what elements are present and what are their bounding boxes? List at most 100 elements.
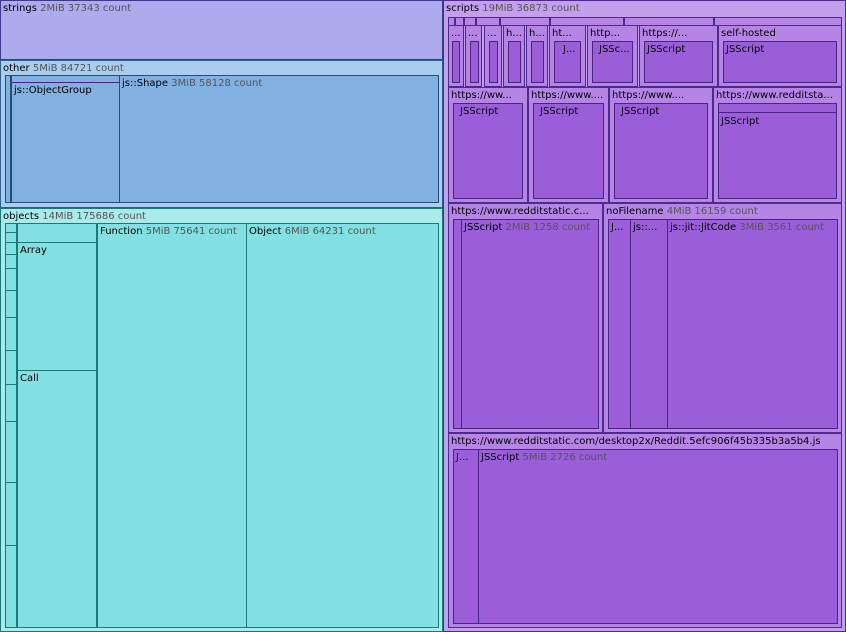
nofilename-label: noFilename 4MiB 16159 count xyxy=(606,206,758,217)
script-r1-6-label: http... xyxy=(590,28,621,39)
treemap-node-script-r1-6-child[interactable]: JSSc... xyxy=(592,41,633,83)
treemap-node-objects-small-column[interactable] xyxy=(5,223,17,628)
strings-meta: 2MiB 37343 count xyxy=(40,3,132,14)
treemap-node-scripts[interactable]: scripts 19MiB 36873 count ... ... ... h.… xyxy=(443,0,846,632)
treemap-node-function[interactable]: Function 5MiB 75641 count xyxy=(97,223,247,628)
small-cell-divider xyxy=(6,232,16,233)
treemap-node-script-r1-1-child[interactable] xyxy=(470,41,479,83)
other-label: other 5MiB 84721 count xyxy=(3,63,124,74)
treemap-node-script-r1-0[interactable]: ... xyxy=(448,25,464,87)
treemap-node-script-r1-4[interactable]: h... xyxy=(526,25,548,87)
treemap-node-strings[interactable]: strings 2MiB 37343 count xyxy=(0,0,443,60)
treemap-node-array[interactable]: Array xyxy=(17,242,97,371)
treemap-node-js-objectgroup[interactable]: js::ObjectGroup xyxy=(11,75,120,203)
script-r2-0-child-label: JSScript xyxy=(460,106,499,117)
script-r1-7-child-label: JSScript xyxy=(647,44,686,55)
small-cell-divider xyxy=(6,268,16,269)
jitcode-meta: 3MiB 3561 count xyxy=(739,222,825,233)
treemap-node-nofilename-j[interactable]: J... xyxy=(608,219,631,429)
reddit-bundle-label: https://www.redditstatic.com/desktop2x/R… xyxy=(451,436,821,447)
treemap-node-reddit-bundle-jsscript[interactable]: JSScript 5MiB 2726 count xyxy=(478,449,838,624)
scripts-meta: 19MiB 36873 count xyxy=(482,3,580,14)
scripts-label: scripts 19MiB 36873 count xyxy=(446,3,580,14)
script-r1-4-label: h... xyxy=(529,28,545,39)
small-cell-divider xyxy=(6,254,16,255)
treemap-node-script-r1-1[interactable]: ... xyxy=(465,25,482,87)
treemap-node-script-r2-2-child[interactable]: JSScript xyxy=(614,103,708,199)
treemap-node-script-r1-3-child[interactable] xyxy=(508,41,521,83)
objectgroup-label: js::ObjectGroup xyxy=(14,85,92,96)
treemap-node-script-r1-5[interactable]: ht... J... xyxy=(549,25,586,87)
treemap-node-script-r2-1[interactable]: https://www.... JSScript xyxy=(528,87,609,203)
small-cell-divider xyxy=(6,384,16,385)
objectgroup-divider xyxy=(12,82,119,83)
script-r3a-child-label: JSScript 2MiB 1258 count xyxy=(464,222,591,233)
treemap-node-call[interactable]: Call xyxy=(17,370,97,628)
nofilename-meta: 4MiB 16159 count xyxy=(666,206,758,217)
objects-label: objects 14MiB 175686 count xyxy=(3,211,146,222)
strings-label: strings 2MiB 37343 count xyxy=(3,3,132,14)
treemap-node-objects[interactable]: objects 14MiB 175686 count Array Call Fu… xyxy=(0,208,443,632)
treemap-node-script-r3a[interactable]: https://www.redditstatic.c... JSScript 2… xyxy=(448,203,603,433)
script-r1-5-child-label: J... xyxy=(563,44,576,55)
nofilename-j-label: J... xyxy=(611,222,624,233)
small-cell-divider xyxy=(6,545,16,546)
treemap-node-script-r1-4-child[interactable] xyxy=(531,41,544,83)
object-label: Object 6MiB 64231 count xyxy=(249,226,376,237)
nofilename-js-label: js::... xyxy=(633,222,658,233)
script-r1-0-label: ... xyxy=(451,28,461,39)
script-r2-2-child-label: JSScript xyxy=(621,106,660,117)
small-cell-divider xyxy=(6,421,16,422)
call-label: Call xyxy=(20,373,39,384)
treemap-node-script-r1-6[interactable]: http... JSSc... xyxy=(587,25,638,87)
treemap-node-script-r1-0-child[interactable] xyxy=(452,41,460,83)
small-cell-divider xyxy=(6,350,16,351)
treemap-node-script-r1-2[interactable]: ... xyxy=(484,25,502,87)
script-r2-1-child-label: JSScript xyxy=(540,106,579,117)
treemap-node-nofilename[interactable]: noFilename 4MiB 16159 count J... js::...… xyxy=(603,203,842,433)
script-r1-3-label: h... xyxy=(506,28,522,39)
treemap-node-script-r2-1-child[interactable]: JSScript xyxy=(533,103,604,199)
treemap-node-jitcode[interactable]: js::jit::JitCode 3MiB 3561 count xyxy=(667,219,838,429)
array-label: Array xyxy=(20,245,47,256)
treemap-node-script-r2-0-child[interactable]: JSScript xyxy=(453,103,523,199)
treemap-node-script-r2-3-child[interactable]: JSScript xyxy=(718,103,837,199)
treemap-node-object[interactable]: Object 6MiB 64231 count xyxy=(246,223,439,628)
small-cell-divider xyxy=(6,482,16,483)
script-r2-3-label: https://www.redditsta... xyxy=(716,90,833,101)
object-meta: 6MiB 64231 count xyxy=(284,226,376,237)
small-cell-divider xyxy=(6,317,16,318)
treemap-node-js-shape[interactable]: js::Shape 3MiB 58128 count xyxy=(119,75,439,203)
self-hosted-label: self-hosted xyxy=(721,28,776,39)
treemap-node-other[interactable]: other 5MiB 84721 count js::ObjectGroup j… xyxy=(0,60,443,208)
treemap-node-script-r3a-jsscript[interactable]: JSScript 2MiB 1258 count xyxy=(461,219,599,429)
reddit-bundle-jsscript-label: JSScript 5MiB 2726 count xyxy=(481,452,608,463)
treemap-node-reddit-bundle[interactable]: https://www.redditstatic.com/desktop2x/R… xyxy=(448,433,842,628)
treemap-node-script-r1-5-child[interactable]: J... xyxy=(554,41,581,83)
script-r1-1-label: ... xyxy=(468,28,478,39)
treemap-node-nofilename-js[interactable]: js::... xyxy=(630,219,668,429)
treemap-node-self-hosted-child[interactable]: JSScript xyxy=(723,41,837,83)
self-hosted-child-label: JSScript xyxy=(726,44,765,55)
reddit-bundle-jsscript-meta: 5MiB 2726 count xyxy=(522,452,608,463)
script-r2-2-label: https://www.... xyxy=(612,90,685,101)
script-r2-1-label: https://www.... xyxy=(531,90,604,101)
shape-label: js::Shape 3MiB 58128 count xyxy=(122,78,263,89)
treemap-node-script-r2-3[interactable]: https://www.redditsta... JSScript xyxy=(713,87,842,203)
script-r3a-child-meta: 2MiB 1258 count xyxy=(505,222,591,233)
treemap-node-script-r2-0[interactable]: https://ww... JSScript xyxy=(448,87,528,203)
treemap-node-script-r1-3[interactable]: h... xyxy=(503,25,525,87)
treemap-node-objects-misc[interactable] xyxy=(17,223,97,243)
script-r1-7-label: https://... xyxy=(642,28,688,39)
treemap-node-script-r1-7-child[interactable]: JSScript xyxy=(644,41,713,83)
treemap-node-script-r1-2-child[interactable] xyxy=(489,41,498,83)
script-r2-0-label: https://ww... xyxy=(451,90,512,101)
treemap-node-reddit-bundle-small[interactable]: J... xyxy=(453,449,479,624)
script-r2-3-child-label: JSScript xyxy=(721,116,760,127)
treemap-node-self-hosted[interactable]: self-hosted JSScript xyxy=(718,25,842,87)
script-r1-6-child-label: JSSc... xyxy=(599,44,630,55)
treemap-node-script-r1-7[interactable]: https://... JSScript xyxy=(639,25,718,87)
other-meta: 5MiB 84721 count xyxy=(32,63,124,74)
script-r2-3-divider xyxy=(719,112,836,113)
treemap-node-script-r2-2[interactable]: https://www.... JSScript xyxy=(609,87,713,203)
